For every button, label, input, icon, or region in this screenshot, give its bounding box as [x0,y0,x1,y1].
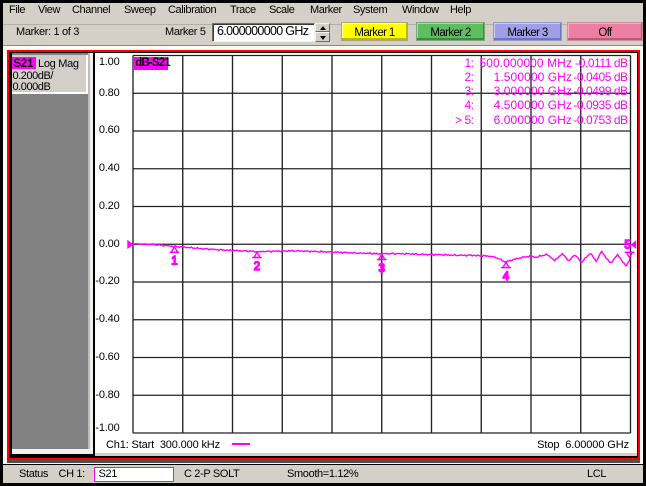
svg-text:2: 2 [254,261,260,273]
svg-text:1: 1 [171,256,177,268]
svg-text:5: 5 [624,240,630,252]
svg-text:4: 4 [503,271,510,283]
svg-text:3: 3 [378,263,384,275]
